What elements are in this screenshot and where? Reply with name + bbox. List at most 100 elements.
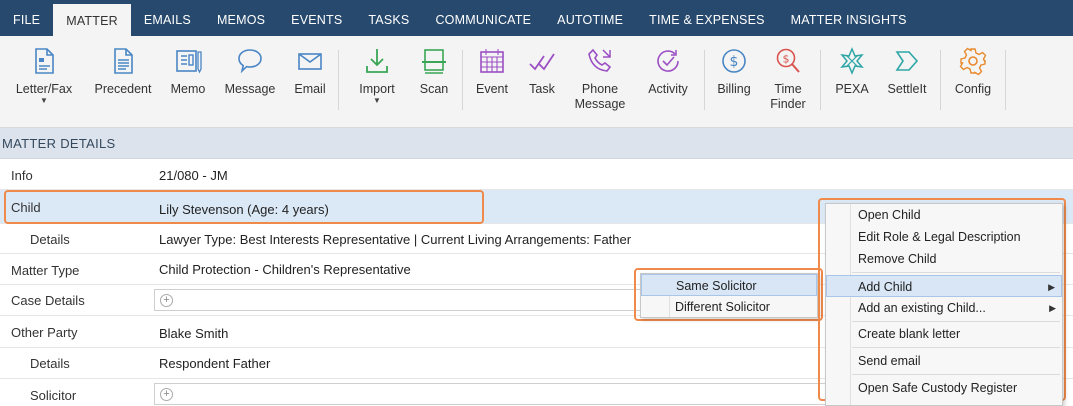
scan-button[interactable]: Scan <box>412 46 456 97</box>
tab-events[interactable]: EVENTS <box>278 0 355 36</box>
case-details-field[interactable]: + <box>154 289 644 311</box>
tab-tasks[interactable]: TASKS <box>355 0 422 36</box>
activity-button[interactable]: Activity <box>642 46 694 97</box>
tab-matter-insights[interactable]: MATTER INSIGHTS <box>778 0 920 36</box>
remove-child-item[interactable]: Remove Child <box>826 248 1062 270</box>
menu-separator <box>852 347 1060 348</box>
memo-label: Memo <box>170 82 206 96</box>
pexa-label: PEXA <box>835 82 869 96</box>
phone-label-line1: Phone <box>581 82 619 96</box>
event-button[interactable]: Event <box>472 46 512 97</box>
time-finder-button[interactable]: $ Time Finder <box>766 46 810 112</box>
child-details-label: Details <box>30 232 70 247</box>
other-party-value[interactable]: Blake Smith <box>159 326 228 341</box>
child-details-value: Lawyer Type: Best Interests Representati… <box>159 232 632 247</box>
add-child-submenu: Same Solicitor Different Solicitor <box>640 273 818 318</box>
message-label: Message <box>224 82 276 96</box>
party-details-label: Details <box>30 356 70 371</box>
ribbon-separator <box>338 50 339 110</box>
time-finder-label-line1: Time <box>774 82 802 96</box>
send-email-item[interactable]: Send email <box>826 350 1062 372</box>
ribbon-separator <box>1005 50 1006 110</box>
svg-text:$: $ <box>730 54 739 70</box>
add-circle-icon[interactable]: + <box>160 388 173 401</box>
info-label: Info <box>11 168 33 183</box>
open-child-label: Open Child <box>858 208 921 222</box>
message-button[interactable]: Message <box>222 46 278 97</box>
send-email-label: Send email <box>858 354 921 368</box>
billing-label: Billing <box>717 82 751 96</box>
letter-icon <box>35 48 54 74</box>
tab-emails[interactable]: EMAILS <box>131 0 204 36</box>
chevron-right-icon: ▶ <box>1049 303 1056 313</box>
search-dollar-icon: $ <box>776 48 800 73</box>
speech-bubble-icon <box>238 49 262 74</box>
billing-button[interactable]: $ Billing <box>712 46 756 97</box>
time-finder-label-line2: Finder <box>770 97 806 111</box>
matter-details-header: MATTER DETAILS <box>0 128 1073 159</box>
edit-role-item[interactable]: Edit Role & Legal Description <box>826 226 1062 248</box>
ribbon-separator <box>704 50 705 110</box>
task-label: Task <box>529 82 555 96</box>
create-blank-letter-item[interactable]: Create blank letter <box>826 323 1062 345</box>
tab-autotime[interactable]: AUTOTIME <box>544 0 636 36</box>
top-tab-bar: FILE MATTER EMAILS MEMOS EVENTS TASKS CO… <box>0 0 1073 36</box>
import-label: Import <box>359 82 395 96</box>
open-safe-custody-item[interactable]: Open Safe Custody Register <box>826 377 1062 399</box>
solicitor-field[interactable]: + <box>154 383 834 405</box>
settleit-label: SettleIt <box>887 82 927 96</box>
matter-type-label: Matter Type <box>11 263 80 278</box>
settleit-button[interactable]: SettleIt <box>882 46 932 97</box>
config-button[interactable]: Config <box>950 46 996 97</box>
tab-file[interactable]: FILE <box>0 0 53 36</box>
chevron-down-icon: ▼ <box>40 96 48 105</box>
config-label: Config <box>954 82 992 96</box>
activity-label: Activity <box>648 82 688 96</box>
add-child-item[interactable]: Add Child ▶ <box>826 275 1062 297</box>
add-circle-icon[interactable]: + <box>160 294 173 307</box>
import-button[interactable]: Import ▼ <box>352 46 402 105</box>
menu-separator <box>852 321 1060 322</box>
ribbon-separator <box>820 50 821 110</box>
tab-memos[interactable]: MEMOS <box>204 0 278 36</box>
create-blank-letter-label: Create blank letter <box>858 327 961 341</box>
section-title: MATTER DETAILS <box>2 136 116 151</box>
matter-type-value: Child Protection - Children's Representa… <box>159 262 411 277</box>
memo-button[interactable]: Memo <box>164 46 212 97</box>
download-icon <box>366 49 388 73</box>
letter-fax-label: Letter/Fax <box>15 82 73 96</box>
dollar-icon: $ <box>722 49 746 73</box>
calendar-icon <box>480 49 504 73</box>
same-solicitor-item[interactable]: Same Solicitor <box>641 274 817 296</box>
edit-role-label: Edit Role & Legal Description <box>858 230 1021 244</box>
email-button[interactable]: Email <box>288 46 332 97</box>
case-details-label: Case Details <box>11 293 85 308</box>
tab-matter[interactable]: MATTER <box>53 4 131 36</box>
letter-fax-button[interactable]: Letter/Fax ▼ <box>14 46 74 105</box>
tab-time-expenses[interactable]: TIME & EXPENSES <box>636 0 778 36</box>
gear-icon <box>959 47 987 76</box>
scanner-icon <box>422 49 446 74</box>
open-child-item[interactable]: Open Child <box>826 204 1062 226</box>
task-button[interactable]: Task <box>522 46 562 97</box>
menu-separator <box>852 374 1060 375</box>
menu-separator <box>852 272 1060 273</box>
other-party-label: Other Party <box>11 325 78 340</box>
same-solicitor-label: Same Solicitor <box>676 279 757 293</box>
scan-label: Scan <box>419 82 449 96</box>
email-label: Email <box>294 82 326 96</box>
checkmark-icon <box>529 53 555 71</box>
phone-message-button[interactable]: Phone Message <box>574 46 626 112</box>
info-value: 21/080 - JM <box>159 168 228 183</box>
info-row: Info 21/080 - JM <box>0 159 1073 190</box>
tab-communicate[interactable]: COMMUNICATE <box>422 0 544 36</box>
envelope-icon <box>298 53 322 70</box>
activity-icon <box>657 50 679 72</box>
different-solicitor-item[interactable]: Different Solicitor <box>641 296 817 318</box>
pexa-button[interactable]: PEXA <box>830 46 874 97</box>
svg-text:$: $ <box>783 53 790 66</box>
add-child-label: Add Child <box>858 280 913 294</box>
add-existing-child-item[interactable]: Add an existing Child... ▶ <box>826 297 1062 319</box>
different-solicitor-label: Different Solicitor <box>675 300 770 314</box>
precedent-button[interactable]: Precedent <box>92 46 154 97</box>
